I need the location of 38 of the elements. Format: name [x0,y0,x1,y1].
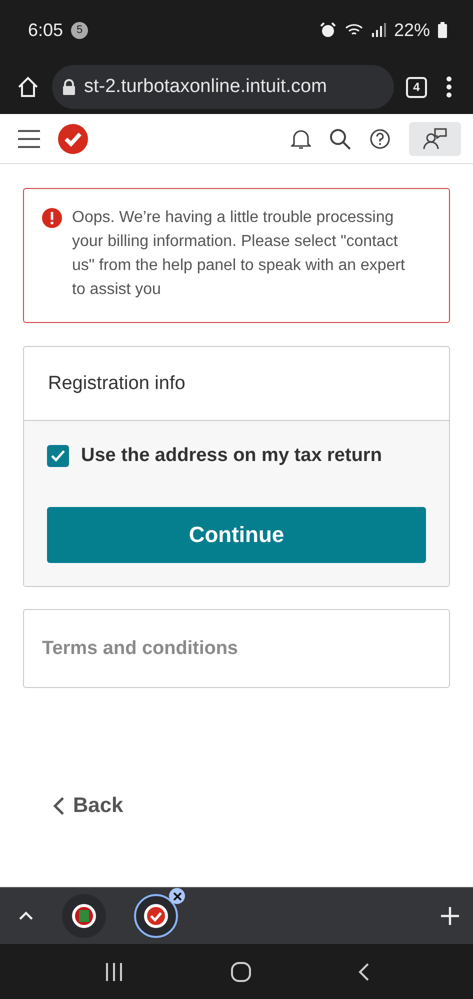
home-icon[interactable] [230,962,250,982]
alarm-icon [320,22,336,38]
checkmark-favicon-icon [144,904,168,928]
status-time: 6:05 [28,20,64,40]
new-tab-icon[interactable] [441,907,459,925]
browser-tab[interactable] [62,894,106,938]
close-icon [172,892,182,900]
help-icon[interactable] [369,128,391,150]
address-bar[interactable]: st-2.turbotaxonline.intuit.com [52,65,394,109]
address-checkbox[interactable] [47,445,69,467]
site-favicon-icon [72,904,96,928]
checkbox-label: Use the address on my tax return [81,445,382,467]
continue-button[interactable]: Continue [47,507,426,563]
notification-badge: 5 [71,22,88,38]
card-title: Registration info [48,372,186,394]
back-icon[interactable] [358,962,370,982]
chevron-left-icon [53,796,65,816]
lock-icon [62,79,76,95]
battery-icon [438,22,447,38]
expert-chat-button[interactable] [409,122,461,156]
menu-icon[interactable] [18,128,40,148]
battery-percent: 22% [394,20,430,40]
bell-icon[interactable] [291,128,311,150]
terms-title: Terms and conditions [42,638,238,660]
tab-count-button[interactable]: 4 [406,76,427,98]
checkmark-icon [51,450,65,462]
search-icon[interactable] [329,128,351,150]
expert-chat-icon [423,128,447,150]
signal-icon [372,22,386,38]
error-message: Oops. We’re having a little trouble processing your billing information. Please select "contact us" from the help panel to speak with an expert to assist you [72,208,406,300]
back-button[interactable]: Back [53,794,124,818]
checkmark-logo-icon[interactable] [58,124,88,154]
recent-apps-icon[interactable] [104,962,124,980]
home-icon[interactable] [16,75,40,99]
close-tab-button[interactable] [169,888,185,904]
error-icon [42,208,62,228]
browser-tab[interactable] [134,894,178,938]
expand-icon[interactable] [18,911,34,921]
